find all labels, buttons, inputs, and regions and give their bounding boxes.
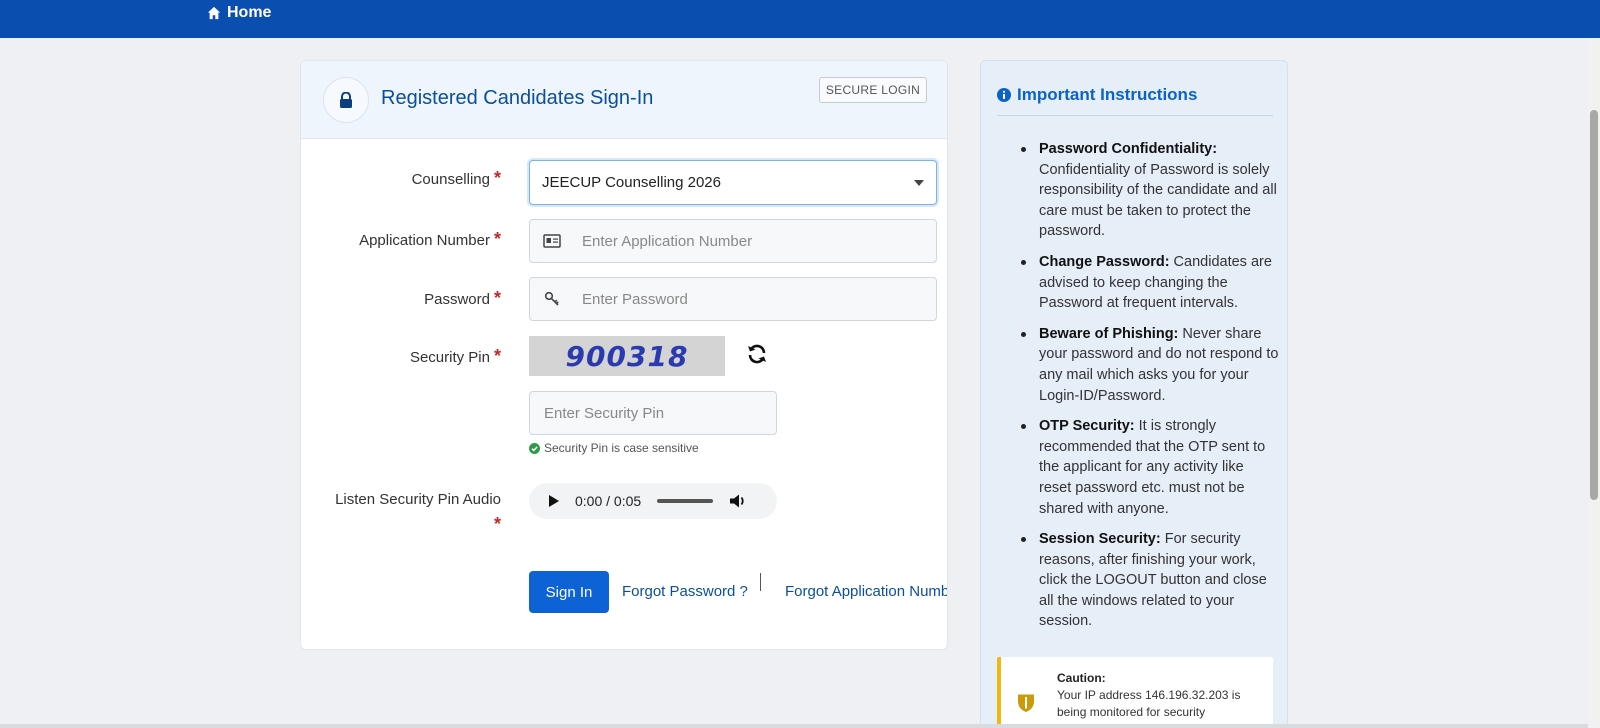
instruction-item: Password Confidentiality: Confidentialit…	[1001, 139, 1279, 242]
password-label: Password *	[424, 288, 501, 308]
divider	[997, 115, 1273, 116]
pin-hint: Security Pin is case sensitive	[529, 441, 699, 455]
lock-icon	[340, 92, 352, 108]
volume-icon[interactable]	[729, 493, 747, 509]
scrollbar-thumb[interactable]	[1590, 110, 1598, 500]
forgot-password-link[interactable]: Forgot Password ?	[622, 583, 748, 600]
home-label: Home	[227, 4, 272, 21]
counselling-label: Counselling *	[411, 168, 501, 188]
lock-badge	[323, 77, 369, 123]
audio-progress-track[interactable]	[657, 499, 714, 503]
application-number-label: Application Number *	[359, 229, 501, 249]
audio-label: Listen Security Pin Audio *	[335, 491, 501, 534]
home-icon	[207, 6, 221, 20]
id-card-icon	[530, 220, 574, 262]
key-icon	[530, 278, 574, 320]
password-group	[529, 277, 937, 321]
link-separator	[760, 573, 761, 591]
page-scrollbar[interactable]	[1588, 38, 1600, 728]
counselling-selected-value: JEECUP Counselling 2026	[542, 174, 721, 191]
password-input[interactable]	[574, 278, 936, 320]
instruction-item: Beware of Phishing: Never share your pas…	[1001, 324, 1279, 406]
forgot-application-number-link[interactable]: Forgot Application Numbe	[785, 583, 947, 600]
pin-hint-text: Security Pin is case sensitive	[544, 441, 699, 455]
instructions-list: Password Confidentiality: Confidentialit…	[1001, 139, 1279, 642]
chevron-down-icon	[914, 180, 924, 186]
shield-icon	[1018, 694, 1034, 712]
instructions-title: Important Instructions	[997, 85, 1197, 105]
sign-in-button[interactable]: Sign In	[529, 571, 609, 613]
top-navbar: Home	[0, 0, 1600, 38]
audio-time: 0:00 / 0:05	[575, 493, 642, 509]
play-icon[interactable]	[549, 495, 559, 507]
required-mark: *	[493, 229, 501, 249]
required-mark: *	[493, 288, 501, 308]
caution-title: Caution:	[1057, 671, 1106, 685]
required-mark: *	[493, 346, 501, 366]
home-link[interactable]: Home	[207, 4, 271, 22]
instruction-item: Change Password: Candidates are advised …	[1001, 252, 1279, 314]
check-circle-icon	[529, 442, 540, 454]
page-bottom-edge	[0, 724, 1588, 728]
signin-card-header: Registered Candidates Sign-In SECURE LOG…	[301, 61, 947, 139]
required-mark: *	[493, 168, 501, 188]
application-number-input[interactable]	[574, 220, 936, 262]
captcha-image: 900318	[529, 336, 725, 376]
audio-player: 0:00 / 0:05	[529, 483, 777, 519]
instruction-item: OTP Security: It is strongly recommended…	[1001, 416, 1279, 519]
security-pin-input[interactable]	[529, 391, 777, 435]
instructions-panel: Important Instructions Password Confiden…	[980, 60, 1288, 728]
secure-login-badge: SECURE LOGIN	[819, 77, 927, 103]
instruction-item: Session Security: For security reasons, …	[1001, 529, 1279, 632]
refresh-icon[interactable]	[745, 342, 769, 366]
caution-box: Caution: Your IP address 146.196.32.203 …	[997, 657, 1273, 727]
info-circle-icon	[997, 88, 1011, 102]
caution-text: Your IP address 146.196.32.203 is being …	[1057, 688, 1241, 719]
signin-title: Registered Candidates Sign-In	[381, 87, 654, 109]
signin-card: Registered Candidates Sign-In SECURE LOG…	[300, 60, 948, 650]
application-number-group	[529, 219, 937, 263]
security-pin-label: Security Pin *	[409, 346, 501, 366]
counselling-select[interactable]: JEECUP Counselling 2026	[529, 160, 937, 205]
required-mark: *	[493, 514, 501, 534]
